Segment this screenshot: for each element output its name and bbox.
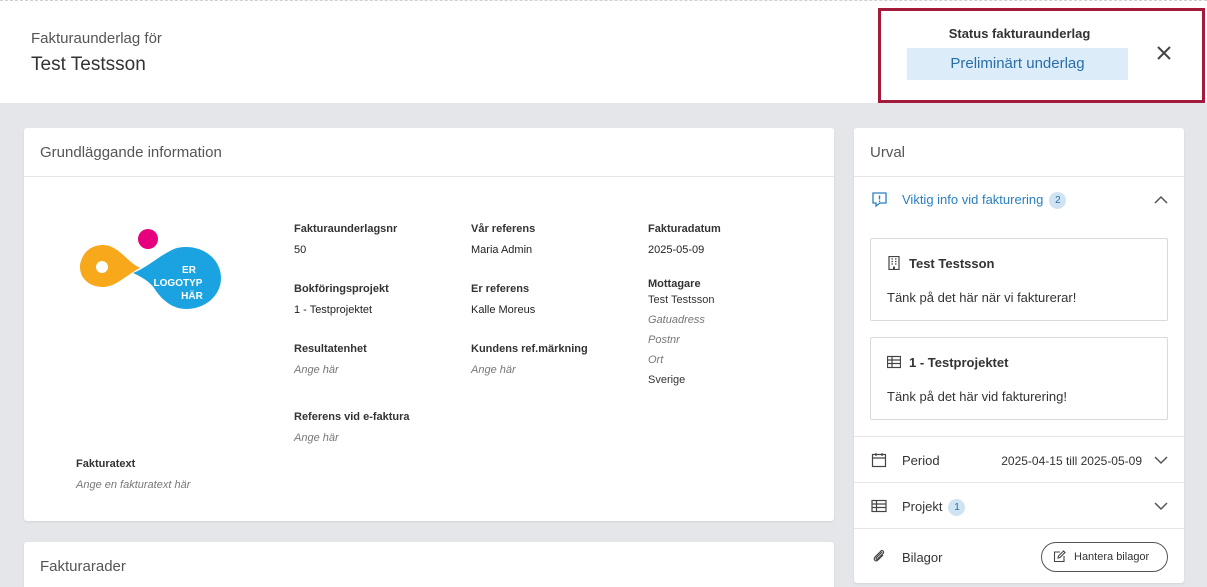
period-label: Period [902, 453, 940, 468]
close-icon [1157, 46, 1171, 60]
edit-icon [1053, 550, 1066, 563]
attachments-label: Bilagor [902, 550, 943, 565]
city-input[interactable]: Ort [648, 350, 714, 370]
logo-text-line-3: HÄR [181, 289, 203, 302]
postal-input[interactable]: Postnr [648, 330, 714, 350]
basic-info-title: Grundläggande information [40, 144, 222, 161]
important-info-text: Viktig info vid fakturering [902, 192, 1044, 207]
important-info-toggle[interactable]: Viktig info vid fakturering 2 [854, 176, 1184, 222]
project-label: Projekt 1 [902, 499, 966, 517]
project-row[interactable]: Projekt 1 [854, 482, 1184, 528]
close-button[interactable] [1152, 41, 1176, 65]
field-label: Fakturadatum [648, 223, 721, 235]
manage-attachments-label: Hantera bilagor [1074, 551, 1150, 563]
invoice-rows-card: Fakturarader [24, 542, 834, 587]
field-label: Bokföringsprojekt [294, 283, 389, 295]
logo-text-line-1: ER [182, 265, 197, 276]
header-customer-name: Test Testsson [31, 54, 146, 75]
note-message: Tänk på det här vid fakturering! [887, 389, 1067, 404]
recipient-block: Mottagare Test Testsson Gatuadress Postn… [648, 278, 714, 390]
header-bar: Fakturaunderlag för Test Testsson Status… [0, 0, 1207, 103]
note-title: 1 - Testprojektet [909, 355, 1009, 370]
kundens-ref-input[interactable]: Ange här [471, 364, 588, 376]
project-label-text: Projekt [902, 499, 943, 514]
manage-attachments-button[interactable]: Hantera bilagor [1041, 542, 1168, 572]
status-value[interactable]: Preliminärt underlag [907, 48, 1128, 80]
resultatenhet-input[interactable]: Ange här [294, 364, 367, 376]
period-value: 2025-04-15 till 2025-05-09 [1001, 454, 1142, 468]
note-title: Test Testsson [909, 256, 995, 271]
field-kundens-ref: Kundens ref.märkning Ange här [471, 343, 588, 376]
chevron-up-icon [1154, 195, 1168, 204]
field-label: Er referens [471, 283, 530, 295]
table-icon [871, 499, 887, 513]
important-info-label: Viktig info vid fakturering 2 [902, 192, 1067, 210]
field-var-referens: Vår referens Maria Admin [471, 223, 535, 256]
field-value[interactable]: Kalle Moreus [471, 304, 535, 316]
field-fakturadatum: Fakturadatum 2025-05-09 [648, 223, 721, 256]
field-bokforingsprojekt: Bokföringsprojekt 1 - Testprojektet [294, 283, 389, 316]
attachments-row: Bilagor Hantera bilagor [854, 528, 1184, 583]
field-value[interactable]: 2025-05-09 [648, 244, 721, 256]
street-input[interactable]: Gatuadress [648, 310, 714, 330]
field-label: Fakturaunderlagsnr [294, 223, 398, 235]
count-badge: 1 [948, 499, 966, 517]
table-icon [887, 355, 901, 369]
field-label: Vår referens [471, 223, 536, 235]
field-label: Referens vid e-faktura [294, 411, 410, 423]
company-logo[interactable]: ER LOGOTYP HÄR [78, 225, 228, 311]
note-card-project: 1 - Testprojektet Tänk på det här vid fa… [870, 337, 1168, 420]
field-er-referens: Er referens Kalle Moreus [471, 283, 535, 316]
status-label: Status fakturaunderlag [948, 26, 1091, 41]
alert-message-icon [872, 192, 887, 208]
header-pre-title: Fakturaunderlag för [31, 30, 162, 47]
field-label: Resultatenhet [294, 343, 367, 355]
field-fakturatext: Fakturatext Ange en fakturatext här [76, 458, 190, 491]
paperclip-icon [873, 549, 885, 562]
divider [24, 176, 834, 177]
note-message: Tänk på det här när vi fakturerar! [887, 290, 1077, 305]
selection-card: Urval Viktig info vid fakturering 2 Test … [854, 128, 1184, 583]
building-icon [888, 256, 900, 270]
invoice-rows-title: Fakturarader [40, 558, 126, 575]
logo-text-line-2: LOGOTYP [154, 278, 203, 289]
chevron-down-icon [1154, 502, 1168, 511]
field-resultatenhet: Resultatenhet Ange här [294, 343, 367, 376]
status-panel: Status fakturaunderlag Preliminärt under… [878, 8, 1205, 103]
country-value[interactable]: Sverige [648, 370, 714, 390]
field-fakturaunderlagsnr: Fakturaunderlagsnr 50 [294, 223, 397, 256]
field-value[interactable]: Maria Admin [471, 244, 535, 256]
selection-title: Urval [870, 144, 906, 161]
referens-efaktura-input[interactable]: Ange här [294, 432, 410, 444]
basic-info-card: Grundläggande information ER LOGOTYP HÄR… [24, 128, 834, 521]
field-value: 50 [294, 244, 307, 256]
calendar-icon [871, 453, 887, 468]
fakturatext-input[interactable]: Ange en fakturatext här [76, 479, 190, 491]
recipient-name[interactable]: Test Testsson [648, 290, 714, 310]
field-referens-efaktura: Referens vid e-faktura Ange här [294, 411, 410, 444]
chevron-down-icon [1154, 456, 1168, 465]
field-value[interactable]: 1 - Testprojektet [294, 304, 389, 316]
count-badge: 2 [1049, 192, 1067, 210]
recipient-label: Mottagare [648, 278, 701, 290]
field-label: Kundens ref.märkning [471, 343, 588, 355]
field-label: Fakturatext [76, 458, 136, 470]
period-row[interactable]: Period 2025-04-15 till 2025-05-09 [854, 436, 1184, 482]
note-card-customer: Test Testsson Tänk på det här när vi fak… [870, 238, 1168, 321]
